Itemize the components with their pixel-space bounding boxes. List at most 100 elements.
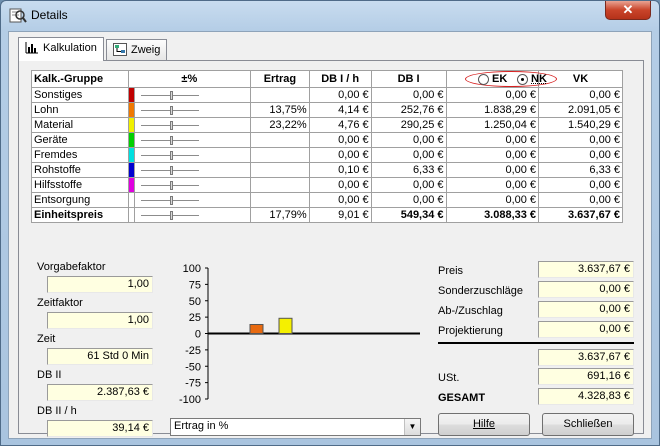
projektierung-label: Projektierung [438, 325, 503, 337]
column-header-ertrag[interactable]: Ertrag [250, 70, 310, 88]
gesamt-label: GESAMT [438, 392, 486, 404]
row-pct-slider-cell [133, 87, 252, 103]
pct-slider[interactable] [140, 90, 199, 101]
row-pct-slider-cell [133, 162, 252, 178]
row-pct-slider-cell [133, 147, 252, 163]
y-tick-label: 25 [189, 312, 201, 324]
chart-selector-dropdown[interactable]: Ertrag in % ▼ [170, 418, 421, 436]
pct-slider[interactable] [140, 180, 199, 191]
table-row[interactable]: Sonstiges 0,00 €0,00 €0,00 €0,00 € [31, 87, 623, 103]
row-group-name: Sonstiges [31, 87, 129, 103]
nk-radio-button[interactable] [517, 73, 528, 85]
row-db-h: 9,01 € [308, 207, 372, 223]
row-vk: 0,00 € [538, 177, 623, 193]
close-button[interactable]: ✕ [605, 1, 651, 20]
table-row[interactable]: Material 23,22% 4,76 €290,25 €1.250,04 €1.… [31, 117, 623, 133]
tab-kalkulation-label: Kalkulation [43, 42, 97, 54]
row-vk: 3.637,67 € [538, 207, 623, 223]
subtotal-field[interactable]: 3.637,67 € [538, 349, 634, 366]
row-vk: 6,33 € [538, 162, 623, 178]
ek-radio[interactable]: EK [478, 73, 507, 85]
chart-bar-lohn [249, 323, 264, 335]
tab-kalkulation[interactable]: Kalkulation [18, 37, 104, 61]
zeit-field[interactable]: 61 Std 0 Min [47, 348, 153, 365]
pct-slider[interactable] [140, 150, 199, 161]
chevron-down-icon[interactable]: ▼ [404, 419, 420, 435]
slider-thumb[interactable] [169, 195, 173, 205]
row-group-name: Geräte [31, 132, 129, 148]
projektierung-field[interactable]: 0,00 € [538, 321, 634, 338]
row-ek-nk: 0,00 € [445, 162, 540, 178]
vorgabefaktor-field[interactable]: 1,00 [47, 276, 153, 293]
row-db: 252,76 € [370, 102, 447, 118]
row-db: 0,00 € [370, 132, 447, 148]
tab-zweig[interactable]: Zweig [106, 39, 168, 61]
pct-slider[interactable] [140, 165, 199, 176]
table-row[interactable]: Lohn 13,75% 4,14 €252,76 €1.838,29 €2.091,… [31, 102, 623, 118]
pct-slider[interactable] [140, 120, 199, 131]
row-group-name: Einheitspreis [31, 207, 129, 223]
slider-thumb[interactable] [169, 120, 173, 130]
pct-slider[interactable] [140, 210, 199, 221]
row-db-h: 0,00 € [308, 147, 372, 163]
ust-field[interactable]: 691,16 € [538, 368, 634, 385]
column-header-db[interactable]: DB I [370, 70, 447, 88]
table-row[interactable]: Rohstoffe 0,10 €6,33 €0,00 €6,33 € [31, 162, 623, 178]
zeitfaktor-label: Zeitfaktor [37, 297, 83, 309]
row-db-h: 0,00 € [308, 192, 372, 208]
row-db-h: 4,76 € [308, 117, 372, 133]
hilfe-button[interactable]: Hilfe [438, 413, 530, 436]
table-row[interactable]: Geräte 0,00 €0,00 €0,00 €0,00 € [31, 132, 623, 148]
bar-chart-icon [25, 42, 38, 54]
hilfe-label: Hilfe [472, 418, 495, 430]
chart-canvas: 100 75 50 25 0 -25 -50 -75 -100 [179, 263, 420, 406]
slider-thumb[interactable] [169, 135, 173, 145]
slider-thumb[interactable] [169, 210, 173, 220]
zeitfaktor-field[interactable]: 1,00 [47, 312, 153, 329]
title-bar[interactable]: Details ✕ [1, 1, 659, 29]
row-db: 0,00 € [370, 192, 447, 208]
pct-slider[interactable] [140, 105, 199, 116]
tab-zweig-label: Zweig [131, 44, 161, 56]
row-group-name: Lohn [31, 102, 129, 118]
row-db: 549,34 € [370, 207, 447, 223]
row-db: 6,33 € [370, 162, 447, 178]
table-row[interactable]: Hilfsstoffe 0,00 €0,00 €0,00 €0,00 € [31, 177, 623, 193]
db2-label: DB II [37, 369, 62, 381]
gesamt-field[interactable]: 4.328,83 € [538, 388, 634, 405]
column-header-db-h[interactable]: DB I / h [308, 70, 372, 88]
row-db: 290,25 € [370, 117, 447, 133]
ek-radio-button[interactable] [478, 73, 489, 85]
row-pct-slider-cell [133, 117, 252, 133]
column-header-group[interactable]: Kalk.-Gruppe [31, 70, 129, 88]
db2h-field[interactable]: 39,14 € [47, 420, 153, 437]
schliessen-button[interactable]: Schließen [542, 413, 634, 436]
ek-radio-label: EK [492, 73, 508, 85]
column-header-pct[interactable]: ±% [127, 70, 252, 88]
y-tick-label: -100 [179, 394, 201, 406]
y-tick-label: 0 [195, 329, 201, 341]
row-ek-nk: 1.250,04 € [445, 117, 540, 133]
nk-radio[interactable]: NK [517, 73, 547, 85]
slider-thumb[interactable] [169, 150, 173, 160]
chart-bar-material [278, 317, 293, 335]
slider-thumb[interactable] [169, 180, 173, 190]
row-db-h: 0,10 € [308, 162, 372, 178]
y-tick-label: -50 [185, 361, 201, 373]
row-pct-slider-cell [133, 102, 252, 118]
slider-thumb[interactable] [169, 105, 173, 115]
pct-slider[interactable] [140, 135, 199, 146]
row-db-h: 4,14 € [308, 102, 372, 118]
calculation-table: Kalk.-Gruppe ±% Ertrag DB I / h DB I VK … [31, 70, 623, 223]
table-row[interactable]: Fremdes 0,00 €0,00 €0,00 €0,00 € [31, 147, 623, 163]
slider-thumb[interactable] [169, 90, 173, 100]
total-row[interactable]: Einheitspreis 17,79% 9,01 €549,34 €3.088,3… [31, 207, 623, 223]
preis-field[interactable]: 3.637,67 € [538, 261, 634, 278]
ust-label: USt. [438, 372, 460, 384]
pct-slider[interactable] [140, 195, 199, 206]
table-row[interactable]: Entsorgung 0,00 €0,00 €0,00 €0,00 € [31, 192, 623, 208]
sonder-field[interactable]: 0,00 € [538, 281, 634, 298]
slider-thumb[interactable] [169, 165, 173, 175]
ab-zuschlag-field[interactable]: 0,00 € [538, 301, 634, 318]
db2-field[interactable]: 2.387,63 € [47, 384, 153, 401]
